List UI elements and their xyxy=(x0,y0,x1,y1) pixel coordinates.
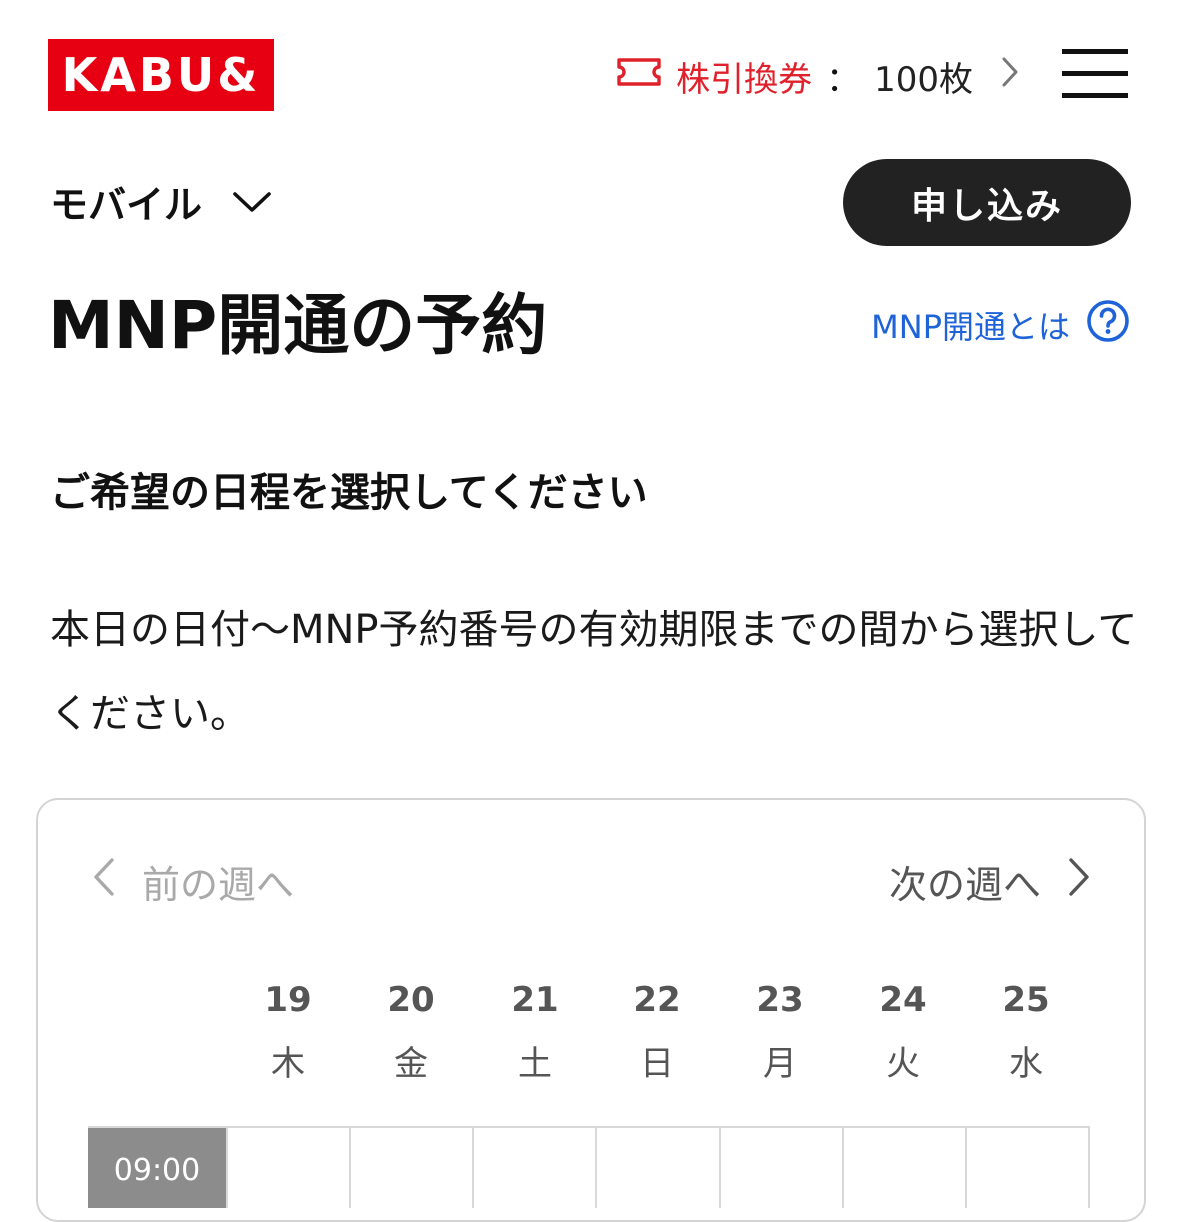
ticket-separator: ： xyxy=(826,59,861,100)
prev-week-label: 前の週へ xyxy=(142,862,295,907)
chevron-right-icon xyxy=(1067,857,1091,906)
ticket-icon xyxy=(616,56,662,96)
ticket-count: 100枚 xyxy=(874,59,973,100)
day-header: 24 火 xyxy=(848,978,958,1086)
time-slot-cell[interactable] xyxy=(718,1128,842,1208)
day-weekday: 月 xyxy=(763,1044,797,1084)
day-weekday: 水 xyxy=(1009,1044,1043,1084)
prev-week-button[interactable]: 前の週へ xyxy=(92,852,294,910)
day-weekday: 木 xyxy=(271,1044,305,1084)
time-slot-row: 09:00 xyxy=(88,1126,1090,1208)
chevron-right-icon xyxy=(1001,56,1019,97)
day-weekday: 土 xyxy=(518,1044,552,1084)
instruction-text: 本日の日付〜MNP予約番号の有効期限までの間から選択してください。 xyxy=(50,607,1138,737)
day-date: 24 xyxy=(879,980,927,1020)
time-slot-cell[interactable] xyxy=(595,1128,718,1208)
next-week-label: 次の週へ xyxy=(888,862,1041,907)
day-date: 19 xyxy=(264,980,312,1020)
day-weekday: 日 xyxy=(640,1044,674,1084)
day-date: 20 xyxy=(387,980,435,1020)
page-title: MNP開通の予約 xyxy=(48,287,548,364)
time-slot-cell[interactable] xyxy=(472,1128,595,1208)
category-label: モバイル xyxy=(50,182,203,227)
day-header: 20 金 xyxy=(356,978,466,1086)
chevron-down-icon xyxy=(232,179,272,223)
ticket-balance-link[interactable]: 株引換券 ： 100枚 xyxy=(616,48,1019,104)
day-date: 25 xyxy=(1002,980,1050,1020)
day-header: 22 日 xyxy=(602,978,712,1086)
day-header: 25 水 xyxy=(971,978,1081,1086)
day-header: 21 土 xyxy=(480,978,590,1086)
time-slot-cell[interactable] xyxy=(226,1128,349,1208)
chevron-left-icon xyxy=(92,857,116,906)
hamburger-menu-icon[interactable] xyxy=(1062,48,1128,98)
day-header: 23 月 xyxy=(725,978,835,1086)
ticket-label: 株引換券 xyxy=(676,59,813,100)
day-date: 23 xyxy=(756,980,804,1020)
kabu-logo[interactable]: KABU& xyxy=(48,39,274,111)
time-slot-cell[interactable] xyxy=(841,1128,965,1208)
mnp-help-link[interactable]: MNP開通とは xyxy=(871,299,1130,351)
day-header: 19 木 xyxy=(233,978,343,1086)
day-date: 22 xyxy=(633,980,681,1020)
day-date: 21 xyxy=(511,980,559,1020)
next-week-button[interactable]: 次の週へ xyxy=(889,852,1091,910)
time-label: 09:00 xyxy=(88,1128,226,1208)
category-dropdown[interactable]: モバイル xyxy=(50,172,272,230)
question-circle-icon xyxy=(1086,299,1130,351)
time-slot-cell[interactable] xyxy=(964,1128,1090,1208)
section-heading: ご希望の日程を選択してください xyxy=(50,470,648,516)
day-weekday: 火 xyxy=(886,1044,920,1084)
day-weekday: 金 xyxy=(394,1044,428,1084)
apply-button[interactable]: 申し込み xyxy=(843,159,1131,246)
help-link-label: MNP開通とは xyxy=(871,308,1070,346)
time-slot-cell[interactable] xyxy=(349,1128,472,1208)
